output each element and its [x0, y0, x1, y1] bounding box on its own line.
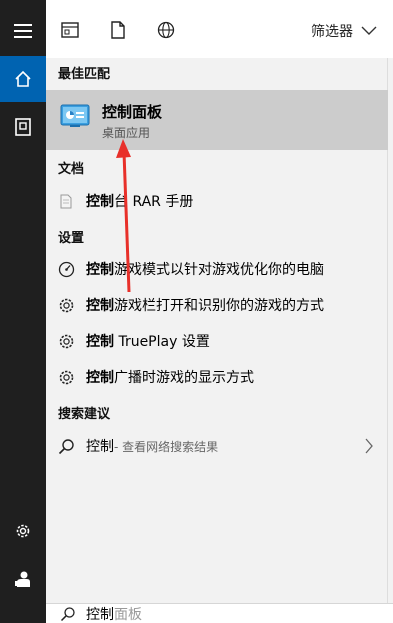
control-panel-icon [60, 104, 90, 127]
home-icon [15, 70, 31, 87]
chevron-right-icon[interactable] [364, 438, 374, 454]
user-rail-button[interactable] [0, 556, 46, 602]
scrollbar-track[interactable] [388, 58, 393, 623]
search-input-value: 控制 [86, 606, 114, 623]
document-icon [111, 21, 125, 39]
settings-result-label: 游戏栏打开和识别你的游戏的方式 [114, 298, 324, 314]
gear-icon [56, 367, 76, 387]
suggestion-hint: - 查看网络搜索结果 [114, 439, 219, 454]
best-match-title: 控制面板 [102, 103, 163, 121]
settings-result-label: 广播时游戏的显示方式 [114, 370, 254, 386]
suggestion-query: 控制 [86, 439, 114, 455]
settings-result-label: 游戏模式以针对游戏优化你的电脑 [114, 262, 324, 278]
apps-icon [61, 22, 79, 38]
match-highlight: 控制 [86, 334, 114, 350]
gauge-icon [56, 259, 76, 279]
settings-result[interactable]: 控制游戏栏打开和识别你的游戏的方式 [46, 288, 388, 322]
settings-result[interactable]: 控制游戏模式以针对游戏优化你的电脑 [46, 252, 388, 286]
chevron-down-icon [361, 26, 377, 35]
gear-icon [56, 295, 76, 315]
filter-label: 筛选器 [311, 24, 353, 40]
search-filter-toolbar: 筛选器 [46, 0, 393, 58]
settings-result[interactable]: 控制广播时游戏的显示方式 [46, 360, 388, 394]
match-highlight: 控制 [86, 194, 114, 210]
settings-rail-button[interactable] [0, 508, 46, 554]
search-box[interactable]: 控制 面板 [46, 603, 393, 623]
match-highlight: 控制 [86, 370, 114, 386]
document-result[interactable]: 控制台 RAR 手册 [46, 184, 388, 218]
search-icon [56, 436, 76, 456]
settings-result-label: TruePlay 设置 [114, 334, 210, 350]
gear-icon [56, 331, 76, 351]
globe-icon [157, 21, 175, 39]
match-highlight: 控制 [86, 262, 114, 278]
web-suggestion-result[interactable]: 控制 - 查看网络搜索结果 [46, 429, 388, 463]
match-highlight: 控制 [86, 298, 114, 314]
user-icon [15, 571, 30, 587]
best-match-subtitle: 桌面应用 [102, 126, 151, 140]
section-heading-settings: 设置 [58, 231, 85, 246]
apps-filter-button[interactable] [58, 18, 82, 42]
best-match-result[interactable]: 控制面板 桌面应用 [46, 90, 388, 150]
start-rail [0, 0, 46, 623]
document-result-label: 台 RAR 手册 [114, 194, 194, 210]
web-filter-button[interactable] [154, 18, 178, 42]
section-heading-search-suggestions: 搜索建议 [58, 407, 111, 422]
documents-rail-button[interactable] [0, 104, 46, 150]
section-heading-documents: 文档 [58, 162, 85, 177]
home-button[interactable] [0, 56, 46, 102]
gear-icon [16, 524, 30, 538]
search-autocomplete-hint: 面板 [114, 606, 142, 623]
documents-filter-button[interactable] [106, 18, 130, 42]
hamburger-icon [14, 24, 32, 38]
section-heading-best-match: 最佳匹配 [58, 67, 111, 82]
document-file-icon [56, 191, 76, 211]
settings-result[interactable]: 控制 TruePlay 设置 [46, 324, 388, 358]
search-icon [60, 606, 75, 621]
filter-dropdown[interactable]: 筛选器 [311, 20, 377, 42]
search-results-panel: 最佳匹配 控制面板 桌面应用 文档 控制台 RAR 手册 设置 控制游戏模式以针… [46, 58, 388, 623]
notebook-icon [15, 118, 31, 136]
hamburger-menu-button[interactable] [0, 8, 46, 54]
